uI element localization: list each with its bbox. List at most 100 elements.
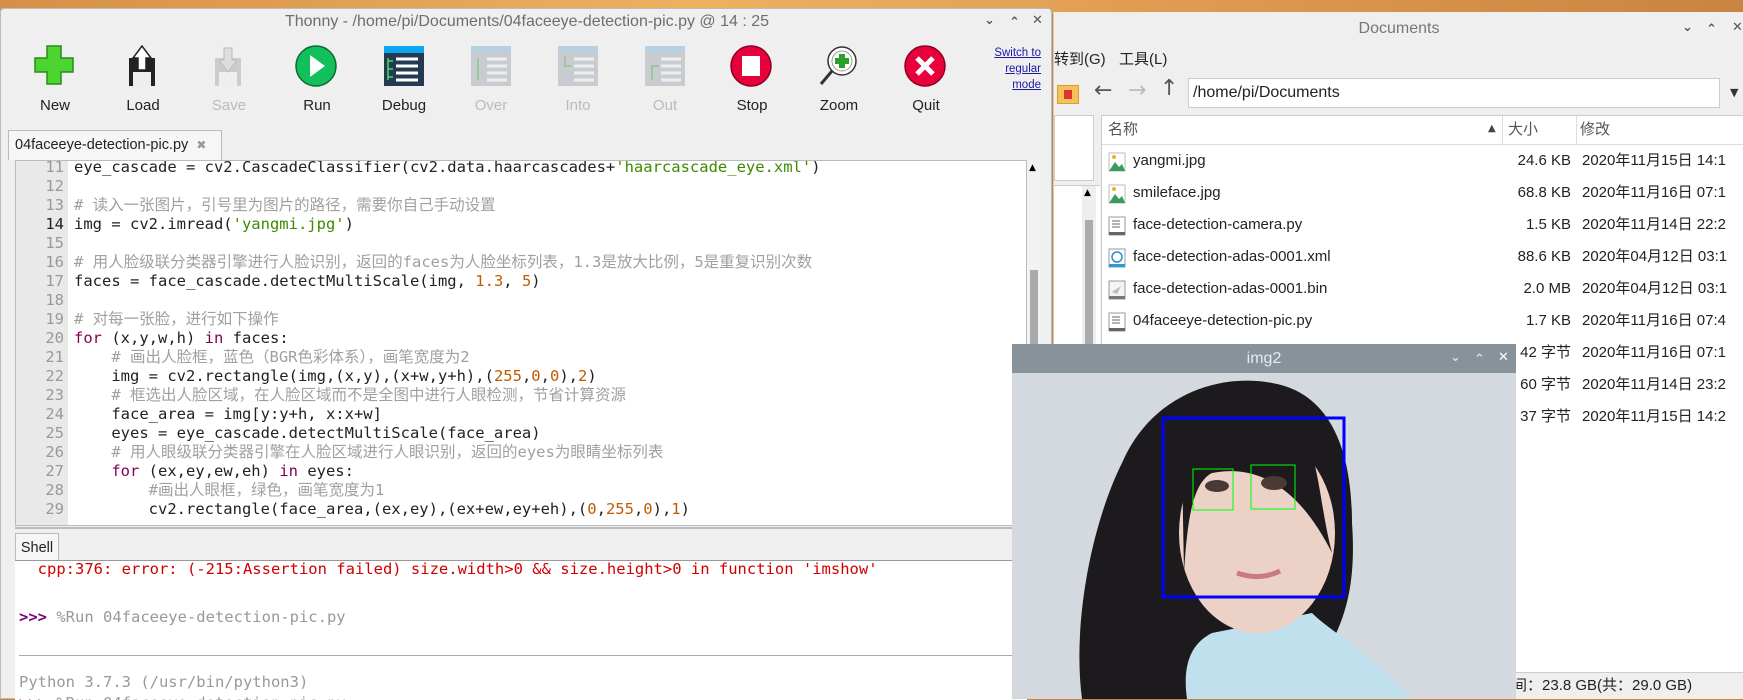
minimize-icon[interactable]: ⌄ [1450,350,1461,365]
toolbar-button-into[interactable]: Into [538,43,618,114]
code-text[interactable]: face_area = img[y:y+h, x:x+w] [74,405,382,424]
code-text[interactable]: for (x,y,w,h) in faces: [74,329,289,348]
switch-link-line[interactable]: mode [986,77,1041,93]
switch-link-line[interactable]: regular [986,61,1041,77]
code-line[interactable]: 18 [16,291,1026,310]
code-text[interactable]: cv2.rectangle(face_area,(ex,ey),(ex+ew,e… [74,500,690,519]
file-row[interactable]: face-detection-adas-0001.xml 88.6 KB 2020年… [1102,241,1743,273]
code-line[interactable]: 22 img = cv2.rectangle(img,(x,y),(x+w,y+… [16,367,1026,386]
minimize-icon[interactable]: ⌄ [984,13,995,28]
close-icon[interactable]: ✕ [1032,13,1043,28]
toolbar-button-quit[interactable]: Quit [886,43,966,114]
toolbar-button-out[interactable]: Out [625,43,705,114]
column-modified[interactable]: 修改 [1580,116,1610,144]
maximize-icon[interactable]: ⌃ [1706,22,1717,37]
code-text[interactable]: # 用人眼级联分类器引擎在人脸区域进行人眼识别，返回的eyes为眼睛坐标列表 [74,443,663,462]
file-size: 42 字节 [1520,344,1571,361]
code-text[interactable]: img = cv2.rectangle(img,(x,y),(x+w,y+h),… [74,367,596,386]
code-line[interactable]: 17 faces = face_cascade.detectMultiScale(… [16,272,1026,291]
new-file-icon [34,45,74,85]
maximize-icon[interactable]: ⌃ [1009,15,1020,30]
file-row[interactable]: 04faceeye-detection-pic.py 1.7 KB 2020年11月… [1102,305,1743,337]
maximize-icon[interactable]: ⌃ [1474,352,1485,367]
code-line[interactable]: 26 # 用人眼级联分类器引擎在人脸区域进行人眼识别，返回的eyes为眼睛坐标列… [16,443,1026,462]
code-line[interactable]: 21 # 画出人脸框，蓝色（BGR色彩体系），画笔宽度为2 [16,348,1026,367]
detection-result-image [1012,373,1516,699]
file-row[interactable]: face-detection-camera.py 1.5 KB 2020年11月14… [1102,209,1743,241]
code-text[interactable]: eye_cascade = cv2.CascadeClassifier(cv2.… [74,160,821,177]
toolbar-button-run[interactable]: Run [277,43,357,114]
path-input[interactable]: /home/pi/Documents [1188,78,1720,108]
stop-icon [730,45,772,87]
code-line[interactable]: 19 # 对每一张脸，进行如下操作 [16,310,1026,329]
run-icon [295,45,337,87]
code-text[interactable]: # 对每一张脸，进行如下操作 [74,310,279,329]
code-text[interactable]: # 读入一张图片，引号里为图片的路径，需要你自己手动设置 [74,196,496,215]
code-line[interactable]: 27 for (ex,ey,ew,eh) in eyes: [16,462,1026,481]
toolbar-button-over[interactable]: Over [451,43,531,114]
save-icon [215,47,241,86]
minimize-icon[interactable]: ⌄ [1682,20,1693,35]
home-folder-icon[interactable] [1057,85,1079,104]
code-text[interactable]: # 画出人脸框，蓝色（BGR色彩体系），画笔宽度为2 [74,348,469,367]
toolbar-button-debug[interactable]: Debug [364,43,444,114]
code-text[interactable]: for (ex,ey,ew,eh) in eyes: [74,462,354,481]
line-number: 14 [45,215,64,233]
code-token: # 对每一张脸，进行如下操作 [74,310,279,328]
code-token: (ex,ey,ew,eh) [139,462,280,480]
file-row[interactable]: face-detection-adas-0001.bin 2.0 MB 2020年0… [1102,273,1743,305]
editor-scrollbar[interactable]: ▲ [1027,160,1041,360]
code-line[interactable]: 13 # 读入一张图片，引号里为图片的路径，需要你自己手动设置 [16,196,1026,215]
code-token: img = cv2.rectangle(img,(x,y),(x+w,y+h),… [74,367,494,385]
code-line[interactable]: 23 # 框选出人脸区域，在人脸区域而不是全图中进行人眼检测，节省计算资源 [16,386,1026,405]
code-token: # 用人眼级联分类器引擎在人脸区域进行人眼识别，返回的eyes为眼睛坐标列表 [111,443,664,461]
line-number: 27 [45,462,64,480]
toolbar-button-new[interactable]: New [15,43,95,114]
toolbar-button-zoom[interactable]: Zoom [799,43,879,114]
tab-label: 04faceeye-detection-pic.py [15,137,189,153]
switch-to-regular-mode-link[interactable]: Switch to regular mode [986,45,1041,93]
code-line[interactable]: 16 # 用人脸级联分类器引擎进行人脸识别，返回的faces为人脸坐标列表，1.3… [16,253,1026,272]
path-dropdown-icon[interactable]: ▼ [1730,86,1738,99]
column-size[interactable]: 大小 [1508,116,1538,144]
code-text[interactable]: faces = face_cascade.detectMultiScale(im… [74,272,541,291]
file-row[interactable]: smileface.jpg 68.8 KB 2020年11月16日 07:1 [1102,177,1743,209]
close-tab-icon[interactable]: ✖ [196,138,206,152]
code-text[interactable]: img = cv2.imread('yangmi.jpg') [74,215,354,234]
tab-editor-file[interactable]: 04faceeye-detection-pic.py ✖ [8,130,222,160]
tab-shell[interactable]: Shell [15,533,59,561]
close-icon[interactable]: ✕ [1498,350,1509,365]
up-arrow-icon[interactable]: ↑ [1160,76,1178,101]
code-text[interactable]: # 用人脸级联分类器引擎进行人脸识别，返回的faces为人脸坐标列表，1.3是放… [74,253,812,272]
forward-arrow-icon[interactable]: → [1128,78,1146,103]
code-text[interactable]: eyes = eye_cascade.detectMultiScale(face… [74,424,540,443]
back-arrow-icon[interactable]: ← [1094,78,1112,103]
code-line[interactable]: 25 eyes = eye_cascade.detectMultiScale(f… [16,424,1026,443]
code-line[interactable]: 15 [16,234,1026,253]
scroll-up-icon[interactable]: ▲ [1029,163,1036,173]
code-text[interactable]: # 框选出人脸区域，在人脸区域而不是全图中进行人眼检测，节省计算资源 [74,386,626,405]
code-line[interactable]: 14 img = cv2.imread('yangmi.jpg') [16,215,1026,234]
menu-goto[interactable]: 转到(G) [1054,48,1106,69]
code-line[interactable]: 20 for (x,y,w,h) in faces: [16,329,1026,348]
toolbar-button-save[interactable]: Save [189,43,269,114]
toolbar-button-load[interactable]: Load [103,43,183,114]
code-line[interactable]: 11 eye_cascade = cv2.CascadeClassifier(cv… [16,160,1026,177]
file-row[interactable]: yangmi.jpg 24.6 KB 2020年11月15日 14:1 [1102,145,1743,177]
code-token: eye_cascade = cv2.CascadeClassifier(cv2.… [74,160,616,176]
close-icon[interactable]: ✕ [1732,20,1743,35]
shell-console[interactable]: cpp:376: error: (-215:Assertion failed) … [15,560,1027,700]
toolbar-button-stop[interactable]: Stop [712,43,792,114]
switch-link-line[interactable]: Switch to [986,45,1041,61]
code-editor[interactable]: 11 eye_cascade = cv2.CascadeClassifier(cv… [15,160,1027,526]
code-line[interactable]: 29 cv2.rectangle(face_area,(ex,ey),(ex+e… [16,500,1026,519]
code-line[interactable]: 12 [16,177,1026,196]
code-text[interactable]: #画出人眼框，绿色，画笔宽度为1 [74,481,385,500]
line-number: 22 [45,367,64,385]
code-line[interactable]: 28 #画出人眼框，绿色，画笔宽度为1 [16,481,1026,500]
scroll-up-icon[interactable]: ▲ [1084,188,1091,198]
code-line[interactable]: 24 face_area = img[y:y+h, x:x+w] [16,405,1026,424]
column-name[interactable]: 名称 [1108,116,1138,144]
menu-tools[interactable]: 工具(L) [1119,48,1167,69]
